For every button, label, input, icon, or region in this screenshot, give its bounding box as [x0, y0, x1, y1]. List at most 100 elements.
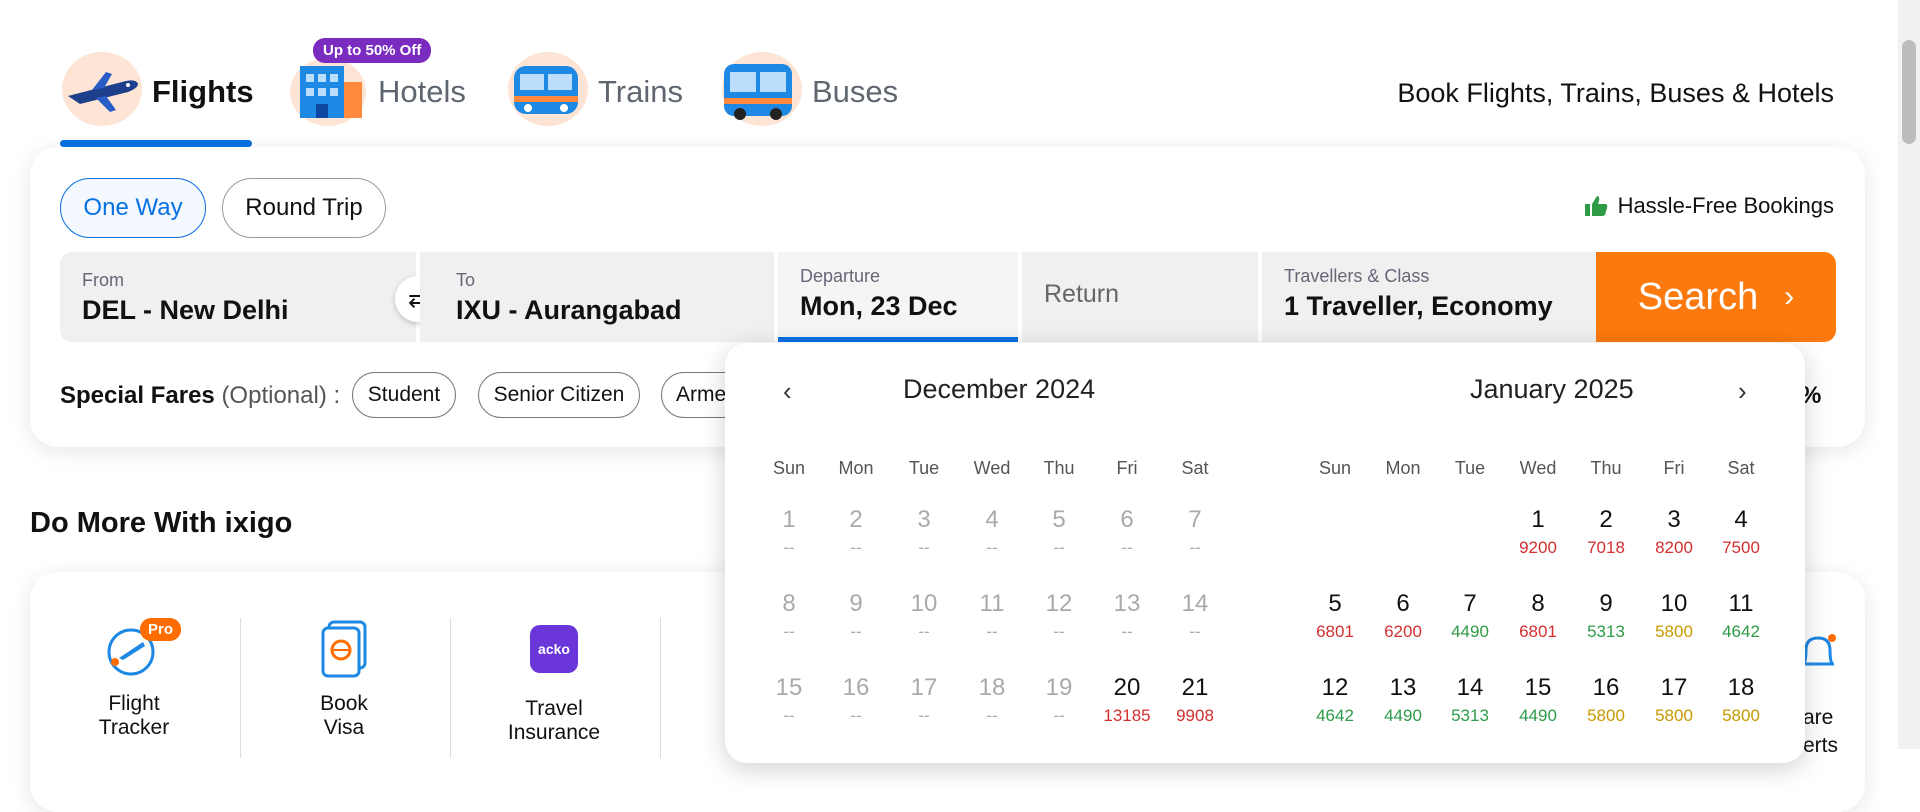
tab-hotels[interactable]: Hotels: [288, 52, 466, 146]
day-number: 6: [1396, 590, 1410, 617]
calendar-day: 17 --: [890, 674, 958, 726]
calendar-day[interactable]: 14 5313: [1436, 674, 1504, 726]
hassle-free-label: Hassle-Free Bookings: [1617, 193, 1834, 218]
calendar-day[interactable]: 18 5800: [1707, 674, 1775, 726]
day-number: 5: [1328, 590, 1342, 617]
tab-trains[interactable]: Trains: [508, 52, 683, 146]
calendar-day[interactable]: 1 9200: [1504, 506, 1572, 558]
departure-label: Departure: [800, 266, 881, 286]
tab-flights[interactable]: Flights: [62, 52, 254, 146]
day-number: 10: [910, 590, 938, 617]
acko-icon: acko: [525, 625, 583, 683]
day-number: 5: [1052, 506, 1066, 533]
calendar-day[interactable]: 9 5313: [1572, 590, 1640, 642]
student-fare-chip[interactable]: Student: [352, 372, 456, 418]
calendar-day: 6 --: [1093, 506, 1161, 558]
day-price: 4490: [1451, 622, 1489, 641]
weekday-thu: Thu: [1590, 458, 1622, 478]
tab-hotels-label: Hotels: [378, 74, 466, 109]
day-number: 7: [1463, 590, 1477, 617]
weekday-thu: Thu: [1043, 458, 1075, 478]
day-price: --: [986, 622, 998, 641]
day-price: --: [918, 538, 930, 557]
active-tab-indicator: [60, 140, 252, 147]
day-price: --: [1053, 538, 1065, 557]
calendar-day[interactable]: 7 4490: [1436, 590, 1504, 642]
bus-icon: [722, 52, 802, 126]
calendar-day[interactable]: 21 9908: [1161, 674, 1229, 726]
day-price: 5800: [1722, 706, 1760, 725]
day-number: 20: [1113, 674, 1141, 701]
next-month-arrow[interactable]: ›: [1738, 376, 1747, 407]
day-number: 15: [775, 674, 803, 701]
calendar-day[interactable]: 6 6200: [1369, 590, 1437, 642]
passport-icon: [315, 620, 373, 678]
search-button-label: Search: [1637, 275, 1759, 318]
calendar-day[interactable]: 8 6801: [1504, 590, 1572, 642]
tab-buses[interactable]: Buses: [722, 52, 898, 146]
calendar-day[interactable]: 16 5800: [1572, 674, 1640, 726]
day-price: --: [1189, 622, 1201, 641]
day-price: 8200: [1655, 538, 1693, 557]
search-button[interactable]: Search ›: [1596, 252, 1836, 342]
calendar-day[interactable]: 15 4490: [1504, 674, 1572, 726]
day-number: 13: [1113, 590, 1141, 617]
round-trip-button[interactable]: Round Trip: [222, 178, 386, 238]
from-label: From: [82, 270, 124, 290]
calendar-day: 7 --: [1161, 506, 1229, 558]
flight-tracker-service[interactable]: Flight Tracker: [34, 620, 234, 740]
day-number: 4: [985, 506, 999, 533]
senior-citizen-fare-chip[interactable]: Senior Citizen: [478, 372, 640, 418]
calendar-day: 8 --: [755, 590, 823, 642]
right-month-title: January 2025: [1470, 374, 1634, 404]
return-field[interactable]: Return: [1022, 252, 1258, 342]
weekday-tue: Tue: [1454, 458, 1486, 478]
day-price: --: [918, 622, 930, 641]
travel-insurance-service[interactable]: acko Travel Insurance: [454, 620, 654, 745]
scrollbar-thumb[interactable]: [1902, 40, 1916, 144]
day-price: --: [783, 622, 795, 641]
price-alerts-label[interactable]: are erts: [1803, 704, 1838, 760]
calendar-day[interactable]: 4 7500: [1707, 506, 1775, 558]
divider: [660, 618, 661, 758]
day-number: 17: [1660, 674, 1688, 701]
page-scrollbar[interactable]: [1898, 0, 1920, 749]
calendar-day: 5 --: [1025, 506, 1093, 558]
calendar-day[interactable]: 11 4642: [1707, 590, 1775, 642]
day-number: 16: [1592, 674, 1620, 701]
tab-flights-label: Flights: [152, 74, 254, 109]
calendar-day[interactable]: 13 4490: [1369, 674, 1437, 726]
day-price: --: [986, 706, 998, 725]
departure-field[interactable]: Departure Mon, 23 Dec: [778, 252, 1018, 342]
calendar-day[interactable]: 17 5800: [1640, 674, 1708, 726]
day-price: --: [783, 706, 795, 725]
day-number: 1: [782, 506, 796, 533]
day-price: 5800: [1655, 706, 1693, 725]
day-number: 7: [1188, 506, 1202, 533]
to-value: IXU - Aurangabad: [456, 295, 682, 325]
calendar-day[interactable]: 2 7018: [1572, 506, 1640, 558]
calendar-day[interactable]: 3 8200: [1640, 506, 1708, 558]
travel-insurance-label-2: Insurance: [507, 721, 601, 744]
book-visa-service[interactable]: Book Visa: [244, 620, 444, 740]
day-price: 5313: [1587, 622, 1625, 641]
calendar-day[interactable]: 5 6801: [1301, 590, 1369, 642]
travellers-field[interactable]: Travellers & Class 1 Traveller, Economy: [1262, 252, 1596, 342]
calendar-day[interactable]: 10 5800: [1640, 590, 1708, 642]
calendar-day: 12 --: [1025, 590, 1093, 642]
day-number: 6: [1120, 506, 1134, 533]
one-way-button[interactable]: One Way: [60, 178, 206, 238]
from-field[interactable]: From DEL - New Delhi: [60, 252, 416, 342]
day-number: 18: [1727, 674, 1755, 701]
day-price: --: [850, 538, 862, 557]
calendar-day[interactable]: 20 13185: [1093, 674, 1161, 726]
day-number: 21: [1181, 674, 1209, 701]
travel-insurance-label-1: Travel: [525, 697, 583, 720]
hotels-offer-badge: Up to 50% Off: [313, 38, 432, 63]
day-number: 9: [1599, 590, 1613, 617]
day-price: --: [1121, 622, 1133, 641]
prev-month-arrow[interactable]: ‹: [783, 376, 792, 407]
to-field[interactable]: To IXU - Aurangabad: [420, 252, 774, 342]
calendar-day[interactable]: 12 4642: [1301, 674, 1369, 726]
day-number: 4: [1734, 506, 1748, 533]
